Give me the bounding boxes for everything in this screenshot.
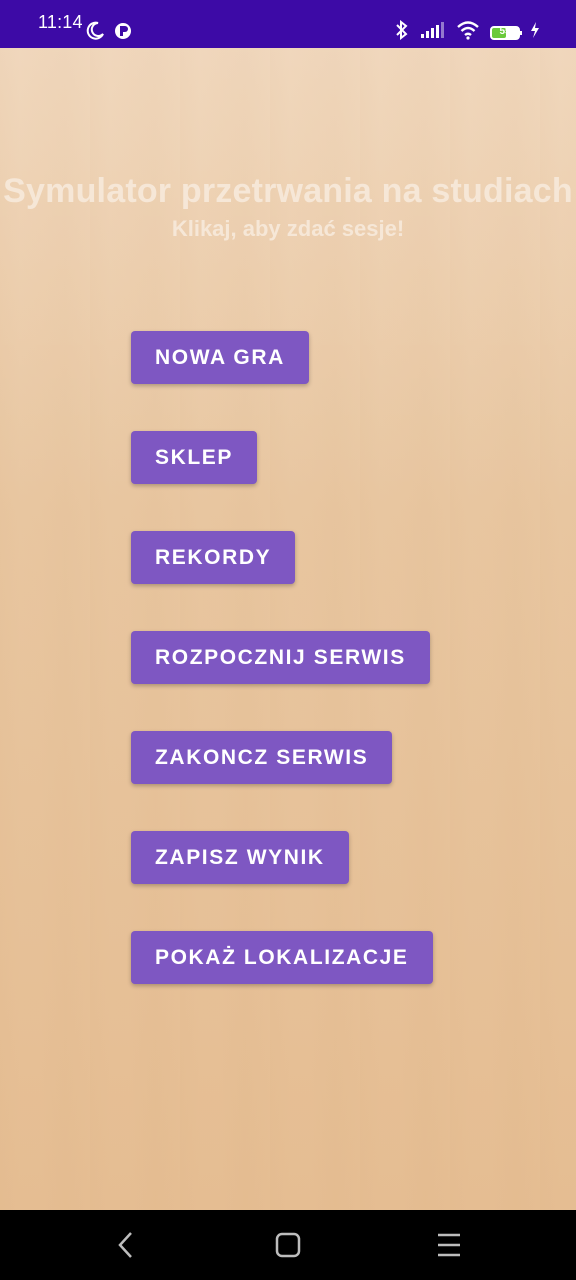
bluetooth-icon	[394, 19, 410, 45]
back-icon[interactable]	[108, 1227, 144, 1263]
moon-icon	[85, 21, 105, 46]
status-time: 11:14	[38, 12, 83, 32]
status-bar: 11:14 55	[0, 0, 576, 48]
app-notification-icon	[113, 21, 133, 46]
battery-level: 55	[499, 25, 511, 37]
signal-icon	[420, 21, 446, 44]
main-menu: NOWA GRA SKLEP REKORDY ROZPOCZNIJ SERWIS…	[131, 331, 433, 1031]
menu-icon[interactable]	[431, 1227, 467, 1263]
records-button[interactable]: REKORDY	[131, 531, 296, 584]
navigation-bar	[0, 1210, 576, 1280]
status-right-icons: 55	[394, 19, 540, 45]
charging-icon	[530, 22, 540, 43]
wifi-icon	[456, 20, 480, 45]
shop-button[interactable]: SKLEP	[131, 431, 258, 484]
app-subtitle: Klikaj, aby zdać sesje!	[171, 216, 405, 241]
app-title: Symulator przetrwania na studiach	[3, 172, 573, 210]
stop-service-button[interactable]: ZAKONCZ SERWIS	[131, 731, 393, 784]
battery-icon: 55	[490, 25, 522, 40]
new-game-button[interactable]: NOWA GRA	[131, 331, 309, 384]
save-score-button[interactable]: ZAPISZ WYNIK	[131, 831, 349, 884]
start-service-button[interactable]: ROZPOCZNIJ SERWIS	[131, 631, 430, 684]
app-screen: Symulator przetrwania na studiach Klikaj…	[0, 48, 576, 1210]
status-left-icons	[85, 21, 133, 46]
home-icon[interactable]	[270, 1227, 306, 1263]
show-location-button[interactable]: POKAŻ LOKALIZACJE	[131, 931, 433, 984]
